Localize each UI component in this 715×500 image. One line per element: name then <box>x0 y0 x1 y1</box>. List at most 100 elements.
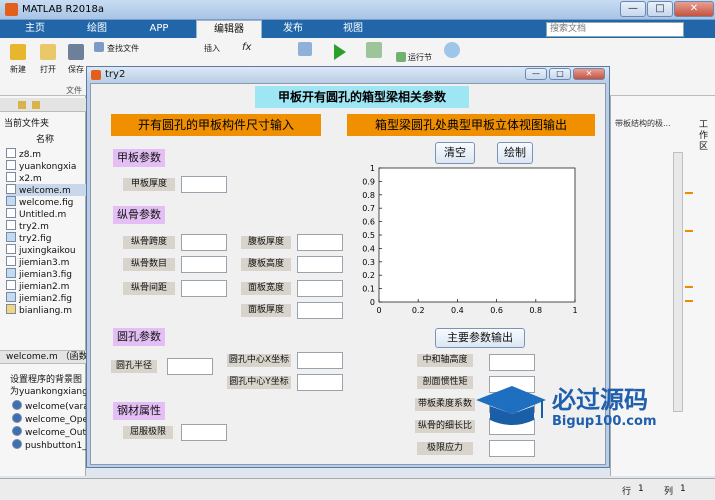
maximize-button[interactable]: □ <box>647 1 673 17</box>
save-button[interactable]: 保存 <box>68 64 84 75</box>
y-tick-label: 0.2 <box>362 271 375 280</box>
function-icon <box>12 426 22 436</box>
graduation-cap-logo <box>476 386 546 425</box>
y-tick-label: 0.3 <box>362 258 375 267</box>
plot-button[interactable]: 绘制 <box>497 142 533 164</box>
clear-button[interactable]: 清空 <box>435 142 475 164</box>
hole-center-y-field[interactable] <box>297 374 343 391</box>
warning-marker <box>685 286 693 288</box>
y-tick-label: 0.7 <box>362 204 375 213</box>
file-item[interactable]: x2.m <box>6 172 42 184</box>
function-item[interactable]: pushbutton1_ <box>12 439 87 451</box>
file-item[interactable]: jiemian2.m <box>6 280 69 292</box>
y-tick-label: 0.4 <box>362 244 375 253</box>
run-icon[interactable] <box>334 44 346 60</box>
function-name: welcome_Ope <box>25 415 88 425</box>
run-advance-icon[interactable] <box>366 42 382 58</box>
web-thickness-field[interactable] <box>297 234 343 251</box>
close-button[interactable]: ✕ <box>674 1 714 17</box>
file-item-selected[interactable]: welcome.m <box>6 184 86 196</box>
function-item[interactable]: welcome_Ope <box>12 413 88 425</box>
deck-section: 甲板参数 <box>113 149 165 167</box>
hole-center-x-label: 圆孔中心X坐标 <box>227 354 291 367</box>
fig-minimize-button[interactable]: — <box>525 68 547 80</box>
hole-center-x-field[interactable] <box>297 352 343 369</box>
file-item[interactable]: z8.m <box>6 148 41 160</box>
flange-width-label: 面板宽度 <box>241 282 291 295</box>
limit-stress-output[interactable] <box>489 440 535 457</box>
tab-home[interactable]: 主页 <box>10 20 60 38</box>
tab-plots[interactable]: 绘图 <box>72 20 122 38</box>
find-files-button[interactable]: 查找文件 <box>107 43 139 54</box>
file-name: try2.m <box>19 222 49 232</box>
y-tick-label: 0.8 <box>362 191 375 200</box>
minimize-button[interactable]: — <box>620 1 646 17</box>
file-item[interactable]: welcome.fig <box>6 196 73 208</box>
file-item[interactable]: try2.fig <box>6 232 52 244</box>
flange-width-field[interactable] <box>297 280 343 297</box>
run-section-button[interactable]: 运行节 <box>408 52 432 63</box>
file-name: jiemian3.m <box>19 258 70 268</box>
function-item[interactable]: welcome(vara <box>12 400 89 412</box>
main-output-button[interactable]: 主要参数输出 <box>435 328 525 348</box>
neutral-axis-output[interactable] <box>489 354 535 371</box>
file-name: bianliang.m <box>19 306 72 316</box>
stiffener-spacing-field[interactable] <box>181 280 227 297</box>
folder-icon[interactable] <box>18 101 26 109</box>
file-name: Untitled.m <box>19 210 67 220</box>
function-name: welcome_Outp <box>25 428 92 438</box>
file-item[interactable]: jiemian3.fig <box>6 268 72 280</box>
axes-plot-area <box>378 167 576 303</box>
workspace-label[interactable]: 工作区 <box>699 120 711 153</box>
deck-thickness-field[interactable] <box>181 176 227 193</box>
web-height-label: 腹板高度 <box>241 258 291 271</box>
tab-apps[interactable]: APP <box>134 20 184 38</box>
figure-title-bar: try2 — □ ✕ <box>87 67 609 83</box>
file-item[interactable]: yuankongxia <box>6 160 76 172</box>
search-docs-input[interactable]: 搜索文档 <box>546 22 684 37</box>
file-item[interactable]: bianliang.m <box>6 304 72 316</box>
x-tick-label: 1 <box>572 306 577 315</box>
mat-file-icon <box>6 304 16 314</box>
file-item[interactable]: jiemian3.m <box>6 256 69 268</box>
fig-maximize-button[interactable]: □ <box>549 68 571 80</box>
watermark-text: 必过源码 <box>552 386 648 414</box>
fx-icon[interactable]: fx <box>242 42 251 53</box>
file-item[interactable]: try2.m <box>6 220 49 232</box>
insert-button[interactable]: 插入 <box>204 43 220 54</box>
open-button[interactable]: 打开 <box>40 64 56 75</box>
function-icon <box>12 439 22 449</box>
web-thickness-label: 腹板厚度 <box>241 236 291 249</box>
tab-view[interactable]: 视图 <box>328 20 378 38</box>
stiffener-count-field[interactable] <box>181 256 227 273</box>
file-name: jiemian2.fig <box>19 294 72 304</box>
up-folder-icon[interactable] <box>32 101 40 109</box>
y-tick-label: 0.5 <box>362 231 375 240</box>
tab-publish[interactable]: 发布 <box>268 20 318 38</box>
file-item[interactable]: Untitled.m <box>6 208 66 220</box>
m-file-icon <box>6 280 16 290</box>
tab-editor[interactable]: 编辑器 <box>196 20 262 38</box>
x-tick-label: 0.2 <box>412 306 425 315</box>
file-item[interactable]: jiemian2.fig <box>6 292 72 304</box>
stiffener-count-label: 纵骨数目 <box>123 258 175 271</box>
warning-marker <box>685 230 693 232</box>
fig-close-button[interactable]: ✕ <box>573 68 605 80</box>
run-time-icon[interactable] <box>444 42 460 58</box>
editor-scrollbar[interactable] <box>673 152 683 412</box>
new-button[interactable]: 新建 <box>10 64 26 75</box>
yield-limit-label: 屈服极限 <box>123 426 173 439</box>
file-item[interactable]: juxingkaikou <box>6 244 76 256</box>
file-name: jiemian3.fig <box>19 270 72 280</box>
hole-radius-field[interactable] <box>167 358 213 375</box>
name-column-header[interactable]: 名称 <box>36 132 54 145</box>
stiffener-span-field[interactable] <box>181 234 227 251</box>
web-height-field[interactable] <box>297 256 343 273</box>
flange-thickness-field[interactable] <box>297 302 343 319</box>
right-banner: 箱型梁圆孔处典型甲板立体视图输出 <box>347 114 595 136</box>
function-item[interactable]: welcome_Outp <box>12 426 92 438</box>
file-name: try2.fig <box>19 234 52 244</box>
flexibility-label: 带板柔度系数 <box>415 398 475 411</box>
yield-limit-field[interactable] <box>181 424 227 441</box>
section-inertia-label: 剖面惯性矩 <box>417 376 473 389</box>
